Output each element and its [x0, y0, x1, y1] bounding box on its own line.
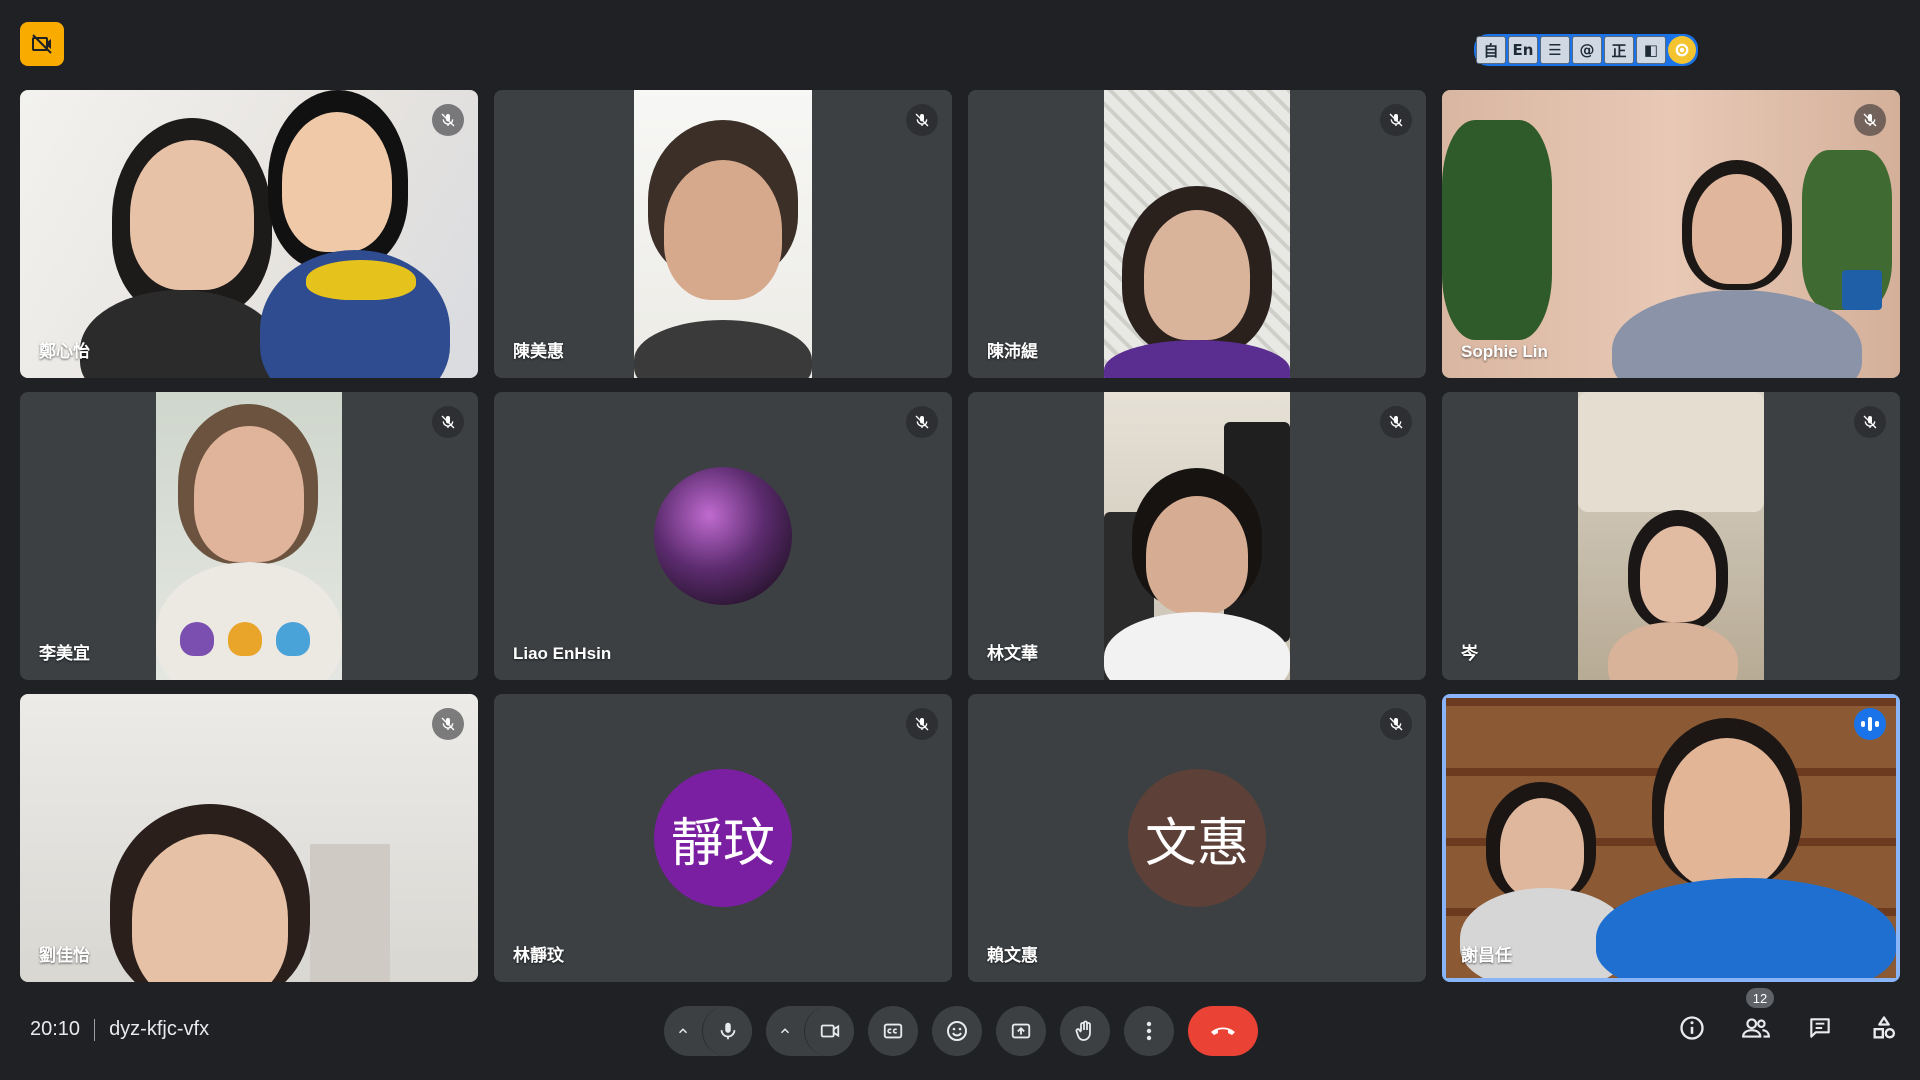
- participant-tile[interactable]: 李美宜: [20, 392, 478, 680]
- reactions-emoji-button[interactable]: [932, 1006, 982, 1056]
- captions-button[interactable]: [868, 1006, 918, 1056]
- participant-name: 謝昌任: [1461, 946, 1512, 965]
- muted-mic-icon: [1854, 406, 1886, 438]
- camera-button[interactable]: [804, 1006, 854, 1056]
- muted-mic-icon: [906, 708, 938, 740]
- present-screen-button[interactable]: [996, 1006, 1046, 1056]
- top-bar: 自 En ☰ @ 正 ◧: [0, 0, 1920, 90]
- muted-mic-icon: [1380, 104, 1412, 136]
- participant-name: 林靜玟: [513, 946, 564, 965]
- raise-hand-button[interactable]: [1060, 1006, 1110, 1056]
- more-options-icon[interactable]: [1124, 1006, 1174, 1056]
- video-feed: [1104, 90, 1290, 378]
- muted-mic-icon: [906, 406, 938, 438]
- muted-mic-icon: [1854, 104, 1886, 136]
- video-feed: [634, 90, 812, 378]
- camera-control: [766, 1006, 854, 1056]
- microphone-control: [664, 1006, 752, 1056]
- participant-avatar: 文惠: [1128, 769, 1266, 907]
- ime-mode-button[interactable]: 自: [1476, 36, 1506, 64]
- meeting-time: 20:10: [30, 1018, 81, 1040]
- chat-message-icon[interactable]: [1802, 1010, 1838, 1046]
- ime-script-button[interactable]: 正: [1604, 36, 1634, 64]
- participant-name: 林文華: [987, 644, 1038, 663]
- muted-mic-icon: [432, 104, 464, 136]
- muted-mic-icon: [1380, 708, 1412, 740]
- people-panel-button[interactable]: 12: [1738, 988, 1774, 1046]
- participant-name: Sophie Lin: [1461, 342, 1548, 361]
- video-feed: [20, 90, 478, 378]
- participant-tile-active-speaker[interactable]: 謝昌任: [1442, 694, 1900, 982]
- end-call-button[interactable]: [1188, 1006, 1258, 1056]
- participant-tile[interactable]: Sophie Lin: [1442, 90, 1900, 378]
- participant-tile[interactable]: 劉佳怡: [20, 694, 478, 982]
- participant-name: 賴文惠: [987, 946, 1038, 965]
- ime-toolbar: 自 En ☰ @ 正 ◧: [1474, 34, 1698, 66]
- speaking-indicator-icon: [1854, 708, 1886, 740]
- ime-width-button[interactable]: ◧: [1636, 36, 1666, 64]
- ime-menu-button[interactable]: ☰: [1540, 36, 1570, 64]
- participant-avatar: [654, 467, 792, 605]
- video-feed: [1578, 392, 1764, 680]
- meeting-code[interactable]: dyz-kfjc-vfx: [109, 1018, 209, 1041]
- side-panel-controls: 12: [1674, 988, 1902, 1046]
- participant-tile[interactable]: Liao EnHsin: [494, 392, 952, 680]
- participant-name: 鄭心怡: [39, 342, 90, 361]
- participant-tile[interactable]: 靜玟 林靜玟: [494, 694, 952, 982]
- video-feed: [156, 392, 342, 680]
- participant-avatar: 靜玟: [654, 769, 792, 907]
- participant-grid: 鄭心怡 陳美惠 陳沛緹 Sophie Lin 李美宜 Liao EnHsin 林…: [20, 90, 1900, 982]
- microphone-button[interactable]: [702, 1006, 752, 1056]
- participant-tile[interactable]: 陳沛緹: [968, 90, 1426, 378]
- participant-tile[interactable]: 文惠 賴文惠: [968, 694, 1426, 982]
- bottom-toolbar: 20:10 dyz-kfjc-vfx 12: [0, 980, 1920, 1080]
- meeting-info: 20:10 dyz-kfjc-vfx: [30, 1018, 209, 1041]
- ime-settings-icon[interactable]: [1668, 36, 1696, 64]
- video-options-chevron-up-icon[interactable]: [766, 1024, 804, 1038]
- video-feed: [1446, 698, 1896, 978]
- meeting-details-info-icon[interactable]: [1674, 1010, 1710, 1046]
- participant-tile[interactable]: 陳美惠: [494, 90, 952, 378]
- participant-name: Liao EnHsin: [513, 644, 612, 663]
- participant-tile[interactable]: 鄭心怡: [20, 90, 478, 378]
- participant-tile[interactable]: 林文華: [968, 392, 1426, 680]
- video-feed: [20, 694, 478, 982]
- video-feed: [1442, 90, 1900, 378]
- participant-name: 岑: [1461, 644, 1478, 663]
- participant-name: 陳美惠: [513, 342, 564, 361]
- participant-name: 李美宜: [39, 644, 90, 663]
- muted-mic-icon: [906, 104, 938, 136]
- ime-language-button[interactable]: En: [1508, 36, 1538, 64]
- audio-options-chevron-up-icon[interactable]: [664, 1024, 702, 1038]
- call-controls: [664, 1006, 1258, 1056]
- participant-tile[interactable]: 岑: [1442, 392, 1900, 680]
- participant-name: 陳沛緹: [987, 342, 1038, 361]
- participant-name: 劉佳怡: [39, 946, 90, 965]
- people-icon: [1742, 1018, 1770, 1038]
- muted-mic-icon: [1380, 406, 1412, 438]
- muted-mic-icon: [432, 708, 464, 740]
- recording-indicator-icon[interactable]: [20, 22, 64, 66]
- video-feed: [1104, 392, 1290, 680]
- ime-symbol-button[interactable]: @: [1572, 36, 1602, 64]
- muted-mic-icon: [432, 406, 464, 438]
- activities-shapes-icon[interactable]: [1866, 1010, 1902, 1046]
- participant-count-badge: 12: [1746, 988, 1774, 1008]
- divider: [94, 1018, 96, 1041]
